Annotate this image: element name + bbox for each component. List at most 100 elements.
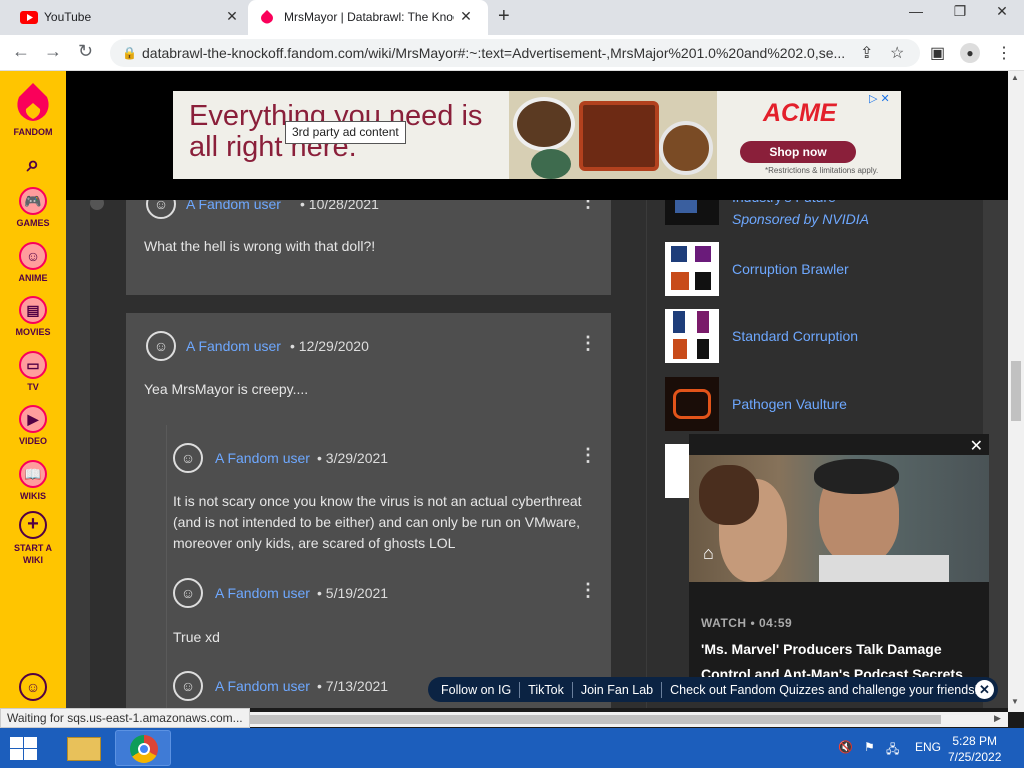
avatar: ☺ bbox=[146, 331, 176, 361]
ad-restrictions: *Restrictions & limitations apply. bbox=[765, 166, 879, 175]
plus-icon: + bbox=[19, 511, 47, 539]
comment-card: ☺ A Fandom user • 12/29/2020 ⋮ Yea MrsMa… bbox=[126, 313, 611, 708]
reply-date: • 3/29/2021 bbox=[317, 450, 389, 466]
chrome-taskbar-icon[interactable] bbox=[115, 730, 171, 766]
url-text: databrawl-the-knockoff.fandom.com/wiki/M… bbox=[142, 45, 846, 61]
avatar: ☺ bbox=[173, 671, 203, 701]
quizzes-link[interactable]: Check out Fandom Quizzes and challenge y… bbox=[670, 683, 978, 697]
tab-title: YouTube bbox=[44, 10, 92, 24]
sidebar-item-corruption-brawler[interactable]: Corruption Brawler bbox=[665, 242, 965, 296]
new-tab-icon[interactable]: + bbox=[498, 5, 510, 28]
sidebar-link[interactable]: Standard Corruption bbox=[732, 328, 858, 344]
sidebar-item-pathogen-vaulture[interactable]: Pathogen Vaulture bbox=[665, 377, 965, 431]
comment-date-text: 12/29/2020 bbox=[298, 338, 369, 354]
address-bar: ← → ↻ 🔒 databrawl-the-knockoff.fandom.co… bbox=[0, 35, 1024, 71]
sponsored-by: Sponsored by NVIDIA bbox=[732, 211, 869, 227]
video-frame[interactable]: ⌂ bbox=[689, 455, 989, 582]
ad-banner-container: Everything you need is all right here. A… bbox=[66, 71, 1008, 200]
comment-user-link[interactable]: A Fandom user bbox=[186, 338, 281, 354]
reply-date: • 7/13/2021 bbox=[317, 678, 389, 694]
reply-date-text: 5/19/2021 bbox=[325, 585, 389, 601]
clock[interactable]: 5:28 PM 7/25/2022 bbox=[948, 733, 1001, 765]
fan-lab-link[interactable]: Join Fan Lab bbox=[581, 683, 653, 697]
sidebar-item-standard-corruption[interactable]: Standard Corruption bbox=[665, 309, 965, 363]
reply-date-text: 3/29/2021 bbox=[325, 450, 389, 466]
language-indicator[interactable]: ENG bbox=[915, 740, 941, 754]
comment-text: What the hell is wrong with that doll?! bbox=[144, 238, 376, 254]
reply-user-link[interactable]: A Fandom user bbox=[215, 450, 310, 466]
sidebar-link[interactable]: Corruption Brawler bbox=[732, 261, 849, 277]
scrollbar-thumb[interactable] bbox=[1011, 361, 1021, 421]
adchoices-icon[interactable]: ▷ ✕ bbox=[869, 92, 890, 105]
tab-mrsmayor[interactable]: MrsMayor | Databrawl: The Knoc ✕ bbox=[248, 0, 488, 35]
lock-icon: 🔒 bbox=[122, 46, 137, 60]
scroll-right-icon[interactable]: ▶ bbox=[994, 713, 1001, 724]
search-icon[interactable]: ⌕ bbox=[0, 151, 66, 177]
tab-title: MrsMayor | Databrawl: The Knoc bbox=[284, 10, 454, 24]
rail-label: MOVIES bbox=[15, 327, 51, 337]
bookmark-star-icon[interactable]: ☆ bbox=[890, 43, 904, 63]
more-options-icon[interactable]: ⋮ bbox=[579, 446, 597, 464]
reply-user-link[interactable]: A Fandom user bbox=[215, 678, 310, 694]
comment-date: • 12/29/2020 bbox=[290, 338, 369, 354]
user-account-icon[interactable]: ☺ bbox=[0, 673, 66, 704]
forward-icon[interactable]: → bbox=[44, 41, 62, 62]
rail-wikis[interactable]: 📖 WIKIS bbox=[0, 460, 66, 501]
corruption-brawler-thumbnail bbox=[665, 242, 719, 296]
movies-icon: ▤ bbox=[19, 296, 47, 324]
menu-kebab-icon[interactable]: ⋮ bbox=[996, 43, 1012, 63]
restore-icon[interactable]: ❐ bbox=[938, 0, 982, 28]
reply-text: True xd bbox=[173, 629, 220, 645]
ad-banner[interactable]: Everything you need is all right here. A… bbox=[173, 91, 901, 179]
video-player[interactable]: ✕ ⌂ WATCH • 04:59 'Ms. Marvel' Producers… bbox=[689, 434, 989, 688]
watch-text: WATCH bbox=[701, 616, 747, 630]
ad-shop-now-button[interactable]: Shop now bbox=[740, 141, 856, 163]
vertical-scrollbar[interactable]: ▲ ▼ bbox=[1008, 71, 1024, 712]
separator bbox=[519, 681, 521, 698]
back-icon[interactable]: ← bbox=[12, 41, 30, 62]
ad-tooltip: 3rd party ad content bbox=[285, 121, 406, 144]
replies-thread: ☺ A Fandom user • 3/29/2021 ⋮ It is not … bbox=[166, 425, 606, 708]
close-tab-icon[interactable]: ✕ bbox=[224, 8, 240, 25]
follow-ig-link[interactable]: Follow on IG bbox=[441, 683, 511, 697]
minimize-icon[interactable]: — bbox=[894, 0, 938, 28]
games-icon: 🎮 bbox=[19, 187, 47, 215]
video-watch-label: WATCH • 04:59 bbox=[701, 616, 793, 630]
flag-icon[interactable]: ⚑ bbox=[864, 740, 875, 754]
reply-user-link[interactable]: A Fandom user bbox=[215, 585, 310, 601]
file-explorer-icon[interactable] bbox=[56, 730, 112, 766]
rail-start-wiki[interactable]: + START A WIKI bbox=[0, 511, 66, 566]
share-icon[interactable]: ⇪ bbox=[860, 43, 873, 63]
rail-video[interactable]: ▶ VIDEO bbox=[0, 405, 66, 446]
close-window-icon[interactable]: ✕ bbox=[980, 0, 1024, 28]
more-options-icon[interactable]: ⋮ bbox=[579, 334, 597, 352]
sidebar-link[interactable]: Pathogen Vaulture bbox=[732, 396, 847, 412]
scroll-up-icon[interactable]: ▲ bbox=[1011, 73, 1019, 82]
pathogen-vaulture-thumbnail bbox=[665, 377, 719, 431]
profile-icon[interactable]: ● bbox=[960, 43, 980, 63]
speaker-muted-icon[interactable]: 🔇 bbox=[838, 740, 853, 754]
url-field[interactable]: 🔒 databrawl-the-knockoff.fandom.com/wiki… bbox=[110, 39, 920, 67]
tab-youtube[interactable]: YouTube ✕ bbox=[8, 0, 248, 35]
rail-games[interactable]: 🎮 GAMES bbox=[0, 187, 66, 228]
more-options-icon[interactable]: ⋮ bbox=[579, 581, 597, 599]
reply-text: It is not scary once you know the virus … bbox=[173, 493, 582, 551]
ad-image bbox=[509, 91, 717, 179]
side-panel-icon[interactable]: ▣ bbox=[930, 43, 945, 63]
network-icon[interactable]: 🖧 bbox=[886, 740, 899, 761]
tiktok-link[interactable]: TikTok bbox=[528, 683, 564, 697]
fandom-logo[interactable]: FANDOM bbox=[0, 81, 66, 137]
scroll-down-icon[interactable]: ▼ bbox=[1011, 697, 1019, 706]
comment-text: Yea MrsMayor is creepy.... bbox=[144, 381, 309, 397]
reload-icon[interactable]: ↻ bbox=[78, 41, 93, 62]
rail-label: VIDEO bbox=[18, 436, 47, 446]
rail-tv[interactable]: ▭ TV bbox=[0, 351, 66, 392]
windows-start-icon[interactable] bbox=[8, 736, 38, 760]
close-social-bar-icon[interactable]: ✕ bbox=[975, 680, 994, 699]
rail-movies[interactable]: ▤ MOVIES bbox=[0, 296, 66, 337]
close-video-icon[interactable]: ✕ bbox=[970, 436, 983, 456]
rail-anime[interactable]: ☺ ANIME bbox=[0, 242, 66, 283]
rail-label: GAMES bbox=[16, 218, 50, 228]
standard-corruption-thumbnail bbox=[665, 309, 719, 363]
close-tab-icon[interactable]: ✕ bbox=[458, 8, 474, 25]
